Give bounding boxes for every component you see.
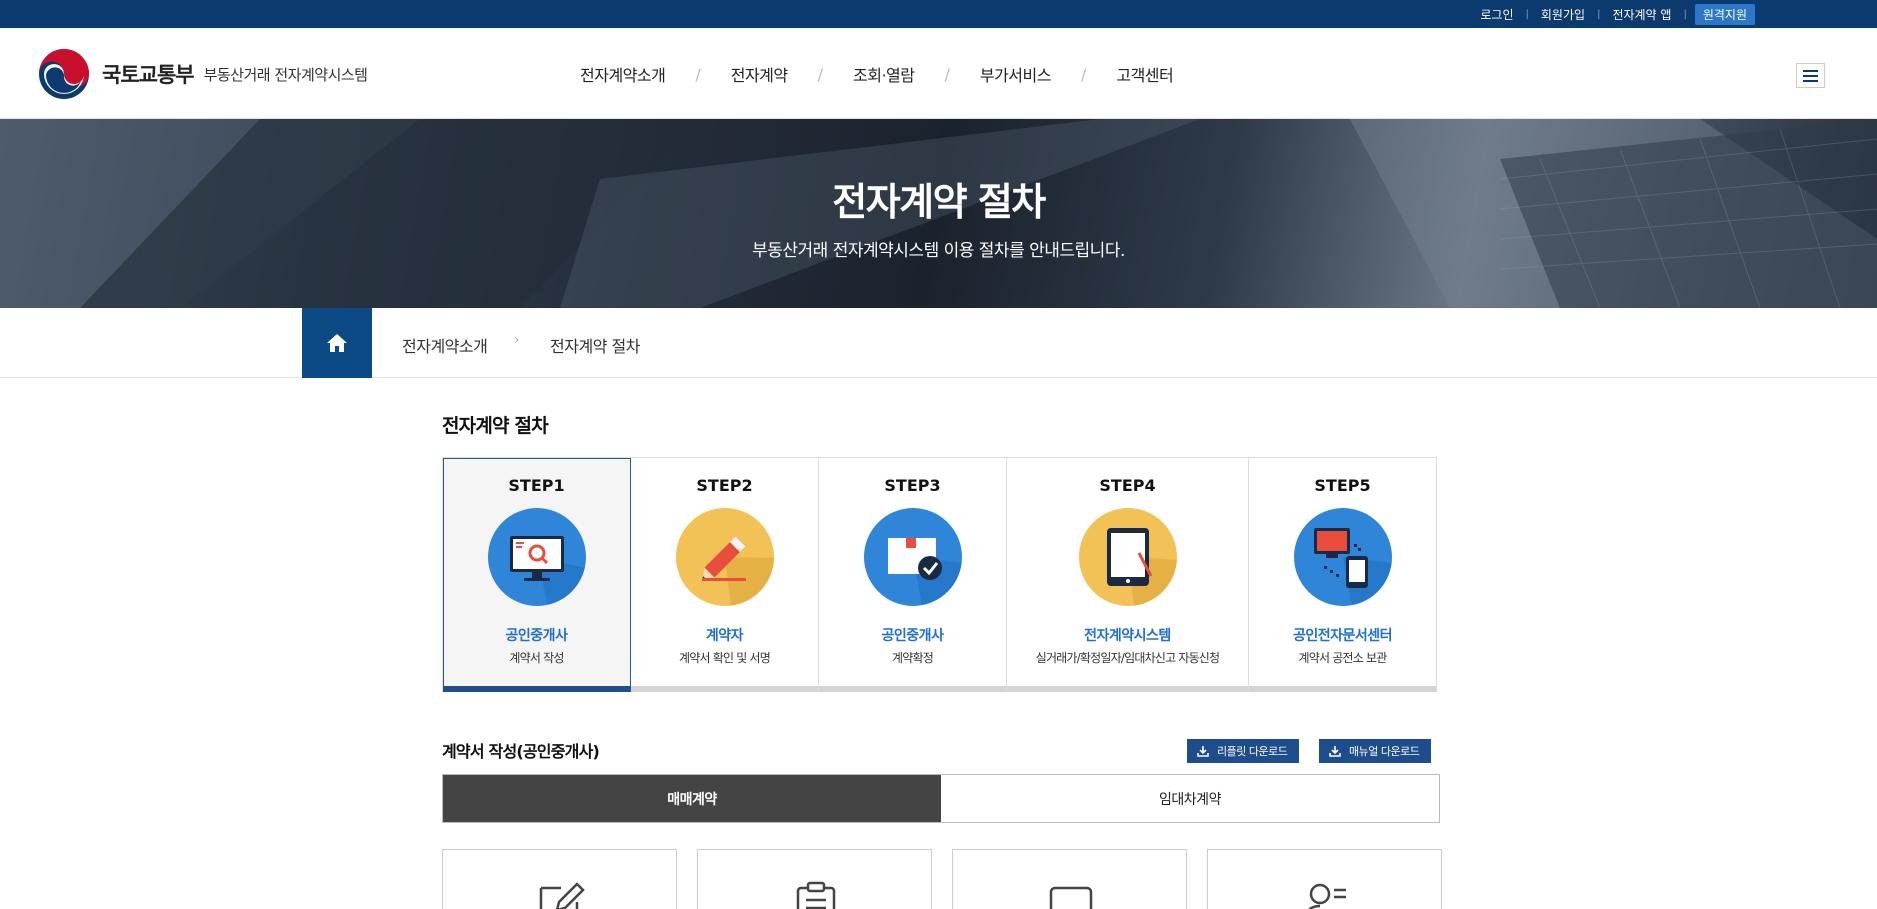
top-utility-bar: 로그인 | 회원가입 | 전자계약 앱 | 원격지원 bbox=[0, 0, 1877, 28]
section-title: 전자계약 절차 bbox=[442, 415, 549, 437]
nav-item-services[interactable]: 부가서비스 bbox=[980, 62, 1052, 86]
nav-item-inquiry[interactable]: 조회·열람 bbox=[853, 62, 915, 86]
subsection-title: 계약서 작성(공인중개사) bbox=[442, 742, 600, 761]
box-check-icon bbox=[863, 508, 962, 606]
step-progress-bar bbox=[819, 686, 1006, 692]
breadcrumb-item-intro[interactable]: 전자계약소개 bbox=[402, 333, 488, 357]
step-label: STEP5 bbox=[1314, 476, 1371, 495]
feature-card[interactable] bbox=[442, 849, 677, 909]
step-label: STEP3 bbox=[884, 476, 941, 495]
step-actor: 공인중개사 bbox=[505, 628, 568, 644]
step-actor: 계약자 bbox=[705, 628, 744, 644]
step-description: 실거래가/확정일자/임대차신고 자동신청 bbox=[1035, 651, 1220, 665]
hero-title: 전자계약 절차 bbox=[832, 180, 1046, 224]
clipboard-icon bbox=[796, 881, 836, 909]
nav-separator: / bbox=[944, 64, 950, 84]
step-5[interactable]: STEP5 공인전자문서센터 계약서 공전소 보관 bbox=[1249, 458, 1436, 692]
step-3[interactable]: STEP3 공인중개사 계약확정 bbox=[819, 458, 1007, 692]
manual-download-label: 매뉴얼 다운로드 bbox=[1349, 745, 1420, 758]
step-actor: 전자계약시스템 bbox=[1084, 628, 1171, 644]
utility-links: 로그인 | 회원가입 | 전자계약 앱 | 원격지원 bbox=[1468, 0, 1755, 28]
nav-separator: / bbox=[1080, 64, 1087, 84]
laptop-icon bbox=[1049, 886, 1093, 909]
contract-type-tabs: 매매계약 임대차계약 bbox=[442, 774, 1440, 823]
step-description: 계약확정 bbox=[892, 651, 934, 665]
home-icon[interactable] bbox=[302, 308, 372, 378]
tab-lease-contract[interactable]: 임대차계약 bbox=[941, 775, 1439, 822]
breadcrumb-item-current: 전자계약 절차 bbox=[550, 337, 640, 356]
user-list-icon bbox=[1308, 883, 1346, 909]
chevron-right-icon: › bbox=[514, 332, 520, 348]
tab-sale-contract[interactable]: 매매계약 bbox=[443, 775, 941, 822]
ministry-name: 국토교통부 bbox=[102, 63, 195, 87]
step-label: STEP4 bbox=[1099, 476, 1156, 495]
utility-separator: | bbox=[1683, 8, 1687, 20]
pencil-icon bbox=[675, 508, 774, 606]
step-description: 계약서 작성 bbox=[509, 651, 564, 665]
tablet-icon bbox=[1078, 508, 1177, 606]
nav-item-intro[interactable]: 전자계약소개 bbox=[580, 62, 666, 86]
step-description: 계약서 확인 및 서명 bbox=[679, 651, 771, 665]
nav-item-contract[interactable]: 전자계약 bbox=[731, 62, 788, 86]
monitor-search-icon bbox=[487, 508, 586, 606]
step-description: 계약서 공전소 보관 bbox=[1298, 651, 1388, 665]
government-emblem-icon bbox=[39, 49, 89, 99]
hero-subtitle: 부동산거래 전자계약시스템 이용 절차를 안내드립니다. bbox=[752, 241, 1125, 261]
download-icon bbox=[1329, 746, 1341, 757]
site-logo[interactable]: 국토교통부 부동산거래 전자계약시스템 bbox=[38, 48, 368, 100]
leaflet-download-label: 리플릿 다운로드 bbox=[1217, 745, 1288, 758]
nav-item-support[interactable]: 고객센터 bbox=[1116, 62, 1173, 86]
feature-card[interactable] bbox=[1207, 849, 1442, 909]
edit-icon bbox=[539, 882, 585, 909]
feature-cards bbox=[442, 849, 1442, 909]
step-label: STEP2 bbox=[696, 476, 753, 495]
step-2[interactable]: STEP2 계약자 계약서 확인 및 서명 bbox=[631, 458, 819, 692]
breadcrumb: 전자계약소개 › 전자계약 절차 bbox=[0, 308, 1877, 378]
app-link[interactable]: 전자계약 앱 bbox=[1600, 6, 1683, 23]
step-progress-bar bbox=[1007, 686, 1248, 692]
manual-download-button[interactable]: 매뉴얼 다운로드 bbox=[1319, 739, 1432, 763]
step-actor: 공인전자문서센터 bbox=[1292, 628, 1393, 644]
download-icon bbox=[1197, 746, 1209, 757]
feature-card[interactable] bbox=[697, 849, 932, 909]
step-progress-bar bbox=[631, 686, 818, 692]
devices-icon bbox=[1293, 508, 1392, 606]
site-header: 국토교통부 부동산거래 전자계약시스템 전자계약소개 / 전자계약 / 조회·열… bbox=[0, 28, 1877, 119]
step-progress-bar bbox=[1249, 686, 1436, 692]
procedure-steps: STEP1 공인중개사 계약서 작성 STEP2 계약자 계약서 확인 및 서명… bbox=[442, 457, 1437, 692]
main-navigation: 전자계약소개 / 전자계약 / 조회·열람 / 부가서비스 / 고객센터 bbox=[580, 62, 1174, 86]
leaflet-download-button[interactable]: 리플릿 다운로드 bbox=[1187, 739, 1300, 763]
hamburger-icon[interactable] bbox=[1796, 63, 1825, 88]
feature-card[interactable] bbox=[952, 849, 1187, 909]
step-label: STEP1 bbox=[508, 476, 565, 495]
login-link[interactable]: 로그인 bbox=[1468, 6, 1525, 23]
signup-link[interactable]: 회원가입 bbox=[1529, 6, 1597, 23]
system-name: 부동산거래 전자계약시스템 bbox=[203, 65, 368, 84]
nav-separator: / bbox=[695, 64, 701, 84]
remote-support-button[interactable]: 원격지원 bbox=[1694, 3, 1755, 25]
step-1[interactable]: STEP1 공인중개사 계약서 작성 bbox=[443, 458, 631, 692]
step-actor: 공인중개사 bbox=[881, 628, 944, 644]
nav-separator: / bbox=[817, 64, 823, 84]
hero-banner: 전자계약 절차 부동산거래 전자계약시스템 이용 절차를 안내드립니다. bbox=[0, 119, 1877, 308]
step-4[interactable]: STEP4 전자계약시스템 실거래가/확정일자/임대차신고 자동신청 bbox=[1007, 458, 1249, 692]
step-progress-bar bbox=[443, 686, 630, 692]
